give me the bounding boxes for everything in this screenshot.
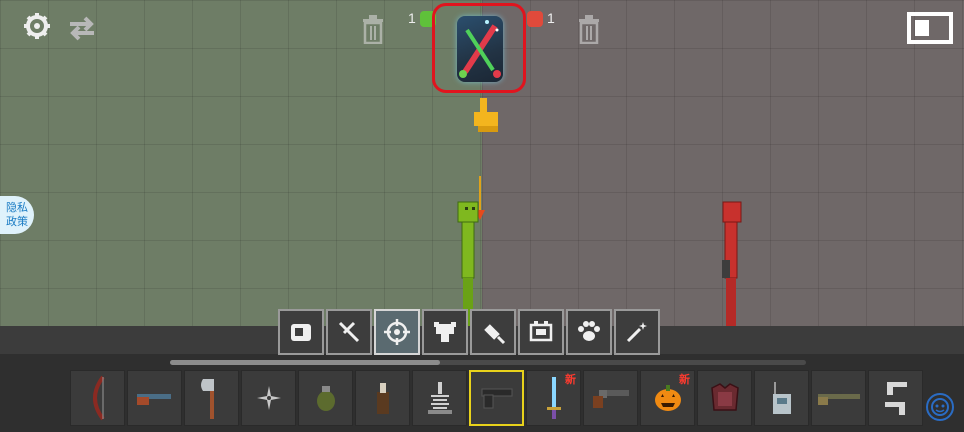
- green-trash-button[interactable]: [362, 14, 384, 45]
- pumpkin-icon: [654, 385, 681, 411]
- item-slot-bow[interactable]: [70, 370, 125, 426]
- shotgun-icon: [136, 394, 171, 405]
- category-machines[interactable]: [518, 309, 564, 355]
- featured-item[interactable]: [457, 16, 503, 82]
- spring-trap-icon: [427, 382, 452, 414]
- gear-icon: [24, 13, 50, 39]
- red-trash-button[interactable]: [578, 14, 600, 45]
- molotov-icon: [376, 383, 389, 414]
- radio-icon: [772, 382, 791, 414]
- item-slot-pistol[interactable]: [469, 370, 524, 426]
- category-bar: [278, 309, 660, 355]
- item-scrollbar-thumb[interactable]: [170, 360, 440, 365]
- green-score: 1: [408, 10, 416, 26]
- body-parts-icon: [434, 322, 456, 342]
- category-melee[interactable]: [326, 309, 372, 355]
- swap-button[interactable]: [66, 13, 98, 43]
- category-medical[interactable]: [470, 309, 516, 355]
- item-slot-shotgun[interactable]: [127, 370, 182, 426]
- privacy-label-line2: 政策: [6, 216, 28, 228]
- privacy-policy-button[interactable]: 隐私 政策: [0, 196, 34, 234]
- paw-icon: [578, 321, 600, 341]
- new-label: 新: [565, 374, 576, 386]
- container-icon: [291, 324, 311, 341]
- category-firearms[interactable]: [374, 309, 420, 355]
- shuriken-icon: [256, 386, 281, 410]
- melee-weapon-icon: [338, 321, 360, 343]
- category-containers[interactable]: [278, 309, 324, 355]
- item-slot-shuriken[interactable]: [241, 370, 296, 426]
- swap-arrows-icon: [70, 16, 94, 41]
- dual-pistols-icon: [884, 382, 907, 415]
- revolver-icon: [592, 390, 629, 408]
- item-scrollbar[interactable]: [170, 360, 806, 365]
- settings-button[interactable]: [22, 11, 52, 41]
- bow-icon: [92, 375, 105, 421]
- rifle-icon: [817, 391, 860, 405]
- category-animals[interactable]: [566, 309, 612, 355]
- magic-wand-icon: [626, 322, 647, 343]
- green-melon-character[interactable]: [452, 172, 492, 328]
- item-slot-dual-pistols[interactable]: [868, 370, 923, 426]
- category-body-parts[interactable]: [422, 309, 468, 355]
- red-character[interactable]: [716, 200, 746, 328]
- syringe-icon: [484, 324, 506, 345]
- armor-icon: [710, 383, 739, 411]
- item-slot-grenade[interactable]: [298, 370, 353, 426]
- pistol-icon: [481, 388, 512, 409]
- item-slot-rifle[interactable]: [811, 370, 866, 426]
- crossed-swords-chest-icon: [459, 20, 501, 78]
- new-label: 新: [679, 374, 690, 386]
- red-team-badge: [527, 11, 543, 27]
- privacy-label-line1: 隐私: [6, 202, 28, 214]
- face-icon: [931, 398, 949, 416]
- item-slot-radio[interactable]: [754, 370, 809, 426]
- red-score: 1: [547, 10, 555, 26]
- item-slot-spring-trap[interactable]: [412, 370, 467, 426]
- item-slot-revolver[interactable]: [583, 370, 638, 426]
- axe-icon: [200, 379, 214, 419]
- window-toggle-icon: [907, 12, 953, 44]
- window-toggle-button[interactable]: [907, 12, 953, 44]
- item-slot-pumpkin[interactable]: 新: [640, 370, 695, 426]
- sword-icon: [546, 377, 561, 419]
- item-slot-sword[interactable]: 新: [526, 370, 581, 426]
- grenade-icon: [316, 386, 335, 411]
- featured-item-frame[interactable]: [432, 3, 526, 93]
- crosshair-icon: [384, 319, 410, 345]
- item-slot-axe[interactable]: [184, 370, 239, 426]
- trash-icon: [363, 15, 383, 45]
- category-magic[interactable]: [614, 309, 660, 355]
- character-face-button[interactable]: [926, 393, 954, 421]
- pointing-hand-icon: [474, 98, 498, 132]
- item-slot-armor[interactable]: [697, 370, 752, 426]
- item-list: 新 新: [70, 370, 923, 426]
- trash-icon: [579, 15, 599, 45]
- item-slot-molotov[interactable]: [355, 370, 410, 426]
- arena-green-side[interactable]: [0, 0, 482, 326]
- machine-icon: [529, 321, 553, 342]
